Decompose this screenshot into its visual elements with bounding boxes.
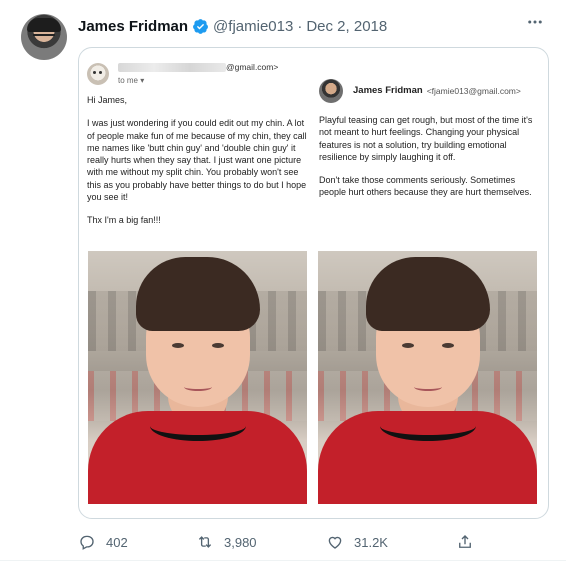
verified-badge-icon [193,18,208,34]
avatar-cap [27,18,61,32]
reply-sender-name: James Fridman [353,84,423,96]
hair [366,257,490,331]
reply-sender-email: <fjamie013@gmail.com> [426,85,521,96]
more-options-button[interactable] [522,13,548,35]
left-eye [172,343,184,348]
hair [136,257,260,331]
reply-count: 402 [106,534,128,550]
heart-icon [328,536,342,549]
sender-row: @gmail.com> to me ▾ [87,62,309,86]
share-icon [459,535,471,548]
skull-avatar-icon [87,63,109,85]
reply-email: James Fridman <fjamie013@gmail.com> Play… [319,78,541,210]
caret-down-icon: ▾ [140,75,145,85]
avatar-glasses [33,34,55,39]
left-eye [402,343,414,348]
tweet-header: James Fridman @fjamie013 · Dec 2, 2018 [78,15,387,37]
mouth [414,383,442,391]
author-name[interactable]: James Fridman [78,18,188,35]
sender-info: @gmail.com> to me ▾ [118,61,278,87]
retweet-count: 3,980 [224,534,257,550]
retweet-button[interactable]: 3,980 [196,530,257,554]
author-avatar[interactable] [21,14,67,60]
like-button[interactable]: 31.2K [326,530,388,554]
collar [380,411,476,441]
author-handle[interactable]: @fjamie013 [213,18,293,35]
separator-dot: · [297,17,303,35]
collar [150,411,246,441]
reply-button[interactable]: 402 [78,530,128,554]
tweet-image[interactable]: @gmail.com> to me ▾ Hi James, I was just… [78,47,549,519]
tweet: James Fridman @fjamie013 · Dec 2, 2018 @… [0,0,566,561]
to-me-label: to me [118,75,139,85]
share-button[interactable] [456,530,474,554]
right-eye [212,343,224,348]
reply-sender-row: James Fridman <fjamie013@gmail.com> [319,78,541,104]
email-body: I was just wondering if you could edit o… [87,118,307,203]
tweet-date[interactable]: Dec 2, 2018 [306,18,387,35]
tweet-actions: 402 3,980 31.2K [78,530,478,554]
like-count: 31.2K [354,534,388,550]
reply-paragraph-2: Don't take those comments seriously. Som… [319,175,532,198]
email-greeting: Hi James, [87,95,128,105]
recipient-line: to me ▾ [118,75,278,87]
sender-domain: @gmail.com> [226,62,279,73]
ellipsis-icon [528,20,542,24]
blurred-sender-address [118,63,226,73]
reply-paragraph-1: Playful teasing can get rough, but most … [319,115,533,162]
right-eye [442,343,454,348]
retweet-icon [198,536,212,548]
edited-photo [318,251,537,504]
original-photo [88,251,307,504]
mouth [184,383,212,391]
request-email: @gmail.com> to me ▾ Hi James, I was just… [87,62,309,238]
email-signoff: Thx I'm a big fan!!! [87,215,161,226]
reply-icon [80,535,94,550]
reply-sender-avatar [319,79,343,103]
